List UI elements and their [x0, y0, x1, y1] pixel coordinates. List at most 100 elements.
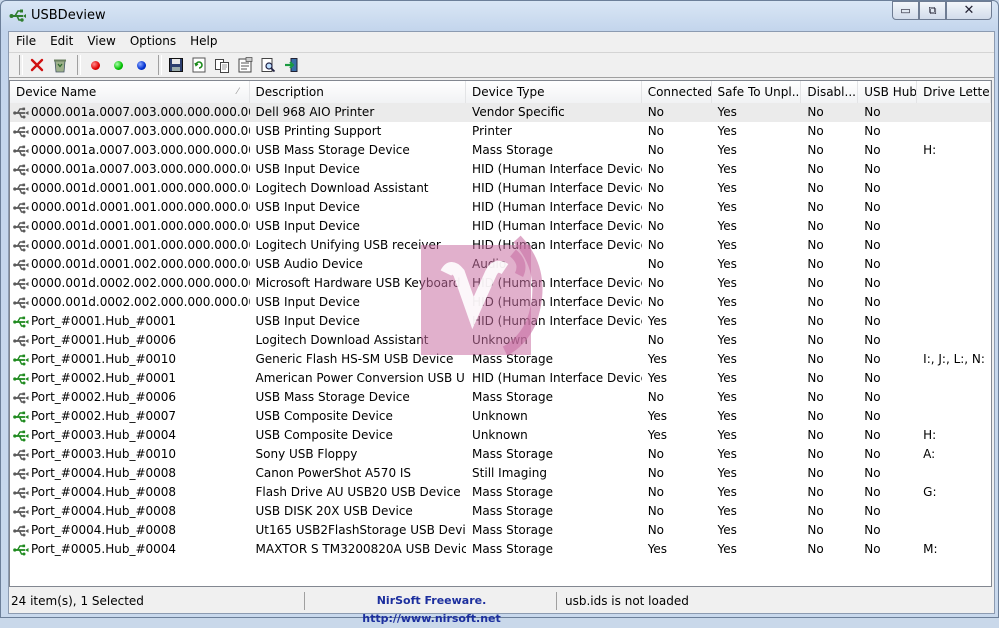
refresh-icon	[192, 57, 206, 73]
cell-connected: No	[647, 390, 665, 404]
exit-button[interactable]	[281, 55, 301, 75]
cell-connected: No	[647, 181, 665, 195]
table-row[interactable]: 0000.001a.0007.003.000.000.000.000.000 US…	[10, 122, 991, 141]
cell-usb-hub: No	[864, 219, 881, 233]
cell-device-type: Unknown	[472, 333, 528, 347]
column-header-disabled[interactable]: Disabl...	[801, 81, 859, 103]
table-row[interactable]: Port_#0001.Hub_#0001 USB Input Device HID …	[10, 312, 991, 331]
refresh-button[interactable]	[189, 55, 209, 75]
device-list[interactable]: Device Name ⁄ Description Device Type Con…	[9, 80, 992, 587]
table-row[interactable]: Port_#0001.Hub_#0010 Generic Flash HS-SM …	[10, 350, 991, 369]
title-bar[interactable]: USBDeview ▭ ⧉ ✕	[1, 1, 998, 31]
menu-file[interactable]: File	[9, 32, 43, 51]
table-row[interactable]: 0000.001d.0001.001.000.000.000.000.000 US…	[10, 217, 991, 236]
table-row[interactable]: Port_#0002.Hub_#0006 USB Mass Storage Dev…	[10, 388, 991, 407]
cell-usb-hub: No	[864, 314, 881, 328]
cell-drive-letter	[917, 217, 991, 236]
cell-description: USB Mass Storage Device	[255, 390, 410, 404]
menu-view[interactable]: View	[80, 32, 122, 51]
table-row[interactable]: Port_#0004.Hub_#0008 Flash Drive AU USB20…	[10, 483, 991, 502]
cell-device-name: Port_#0001.Hub_#0010	[10, 350, 250, 369]
table-row[interactable]: Port_#0002.Hub_#0001 American Power Conve…	[10, 369, 991, 388]
table-row[interactable]: Port_#0004.Hub_#0008 Canon PowerShot A570…	[10, 464, 991, 483]
find-button[interactable]	[258, 55, 278, 75]
table-row[interactable]: Port_#0001.Hub_#0006 Logitech Download As…	[10, 331, 991, 350]
client-area: File Edit View Options Help Device Name …	[8, 31, 995, 625]
table-row[interactable]: 0000.001d.0001.001.000.000.000.000.000 US…	[10, 198, 991, 217]
table-row[interactable]: 0000.001a.0007.003.000.000.000.000.000 US…	[10, 160, 991, 179]
table-row[interactable]: 0000.001a.0007.003.000.000.000.000.000 US…	[10, 141, 991, 160]
cell-description: Flash Drive AU USB20 USB Device	[255, 485, 461, 499]
close-button[interactable]: ✕	[946, 1, 992, 20]
table-row[interactable]: 0000.001d.0002.002.000.000.000.000.000 Mi…	[10, 274, 991, 293]
cell-device-name: 0000.001d.0001.002.000.000.000.000.000	[10, 255, 250, 274]
menu-bar: File Edit View Options Help	[9, 32, 994, 51]
copy-icon	[215, 59, 229, 73]
cell-device-type: HID (Human Interface Device)	[472, 295, 642, 309]
table-row[interactable]: 0000.001d.0001.002.000.000.000.000.000 US…	[10, 255, 991, 274]
status-credit-link[interactable]: NirSoft Freeware. http://www.nirsoft.net	[305, 592, 557, 625]
cell-description: Logitech Download Assistant	[255, 333, 429, 347]
cell-disabled: No	[807, 333, 824, 347]
table-row[interactable]: 0000.001a.0007.003.000.000.000.000.000 De…	[10, 103, 991, 122]
column-header-device-type[interactable]: Device Type	[466, 81, 642, 103]
column-header-device-name[interactable]: Device Name ⁄	[10, 81, 250, 103]
enable-button[interactable]	[108, 55, 128, 75]
save-button[interactable]	[166, 55, 186, 75]
cell-disabled: No	[807, 238, 824, 252]
cell-usb-hub: No	[864, 390, 881, 404]
usb-device-icon	[13, 449, 29, 460]
menu-options[interactable]: Options	[123, 32, 183, 51]
menu-help[interactable]: Help	[183, 32, 224, 51]
red-dot-icon	[90, 60, 100, 70]
column-header-usb-hub[interactable]: USB Hub	[858, 81, 918, 103]
cell-connected: Yes	[647, 542, 668, 556]
table-row[interactable]: Port_#0005.Hub_#0004 MAXTOR S TM3200820A …	[10, 540, 991, 559]
cell-disabled: No	[807, 181, 824, 195]
cell-safe-to-unplug: Yes	[717, 466, 737, 480]
minimize-button[interactable]: ▭	[892, 1, 919, 20]
cell-usb-hub: No	[864, 257, 881, 271]
copy-button[interactable]	[212, 55, 232, 75]
table-row[interactable]: 0000.001d.0001.001.000.000.000.000.000 Lo…	[10, 236, 991, 255]
table-row[interactable]: Port_#0004.Hub_#0008 USB DISK 20X USB Dev…	[10, 502, 991, 521]
cell-description: Logitech Download Assistant	[255, 181, 429, 195]
cell-device-name: Port_#0002.Hub_#0006	[10, 388, 250, 407]
table-row[interactable]: Port_#0003.Hub_#0004 USB Composite Device…	[10, 426, 991, 445]
maximize-button[interactable]: ⧉	[919, 1, 946, 20]
cell-drive-letter: G:	[923, 485, 937, 499]
properties-button[interactable]	[235, 55, 255, 75]
usb-device-icon	[13, 221, 29, 232]
cell-drive-letter	[917, 407, 991, 426]
cell-device-name: Port_#0001.Hub_#0006	[10, 331, 250, 350]
blue-dot-button[interactable]	[131, 55, 151, 75]
cell-safe-to-unplug: Yes	[717, 162, 737, 176]
table-row[interactable]: Port_#0003.Hub_#0010 Sony USB Floppy Mass …	[10, 445, 991, 464]
usb-device-icon	[13, 468, 29, 479]
cell-disabled: No	[807, 447, 824, 461]
cell-disabled: No	[807, 162, 824, 176]
usb-device-icon	[13, 126, 29, 137]
disable-button[interactable]	[85, 55, 105, 75]
cell-safe-to-unplug: Yes	[717, 314, 737, 328]
cell-usb-hub: No	[864, 295, 881, 309]
column-header-safe-to-unplug[interactable]: Safe To Unpl...	[712, 81, 802, 103]
menu-edit[interactable]: Edit	[43, 32, 80, 51]
cell-safe-to-unplug: Yes	[717, 181, 737, 195]
table-row[interactable]: Port_#0002.Hub_#0007 USB Composite Device…	[10, 407, 991, 426]
table-row[interactable]: 0000.001d.0001.001.000.000.000.000.000 Lo…	[10, 179, 991, 198]
column-header-description[interactable]: Description	[250, 81, 467, 103]
table-row[interactable]: Port_#0004.Hub_#0008 Ut165 USB2FlashStora…	[10, 521, 991, 540]
table-row[interactable]: 0000.001d.0002.002.000.000.000.000.000 US…	[10, 293, 991, 312]
cell-drive-letter: M:	[923, 542, 938, 556]
cell-device-type: HID (Human Interface Device)	[472, 314, 642, 328]
delete-button[interactable]	[27, 55, 47, 75]
uninstall-button[interactable]	[50, 55, 70, 75]
usb-device-icon	[13, 373, 29, 384]
cell-safe-to-unplug: Yes	[717, 333, 737, 347]
column-header-connected[interactable]: Connected	[642, 81, 712, 103]
toolbar-separator	[158, 55, 162, 75]
column-header-drive-letter[interactable]: Drive Letter	[917, 81, 991, 103]
cell-safe-to-unplug: Yes	[717, 504, 737, 518]
cell-connected: Yes	[647, 428, 668, 442]
